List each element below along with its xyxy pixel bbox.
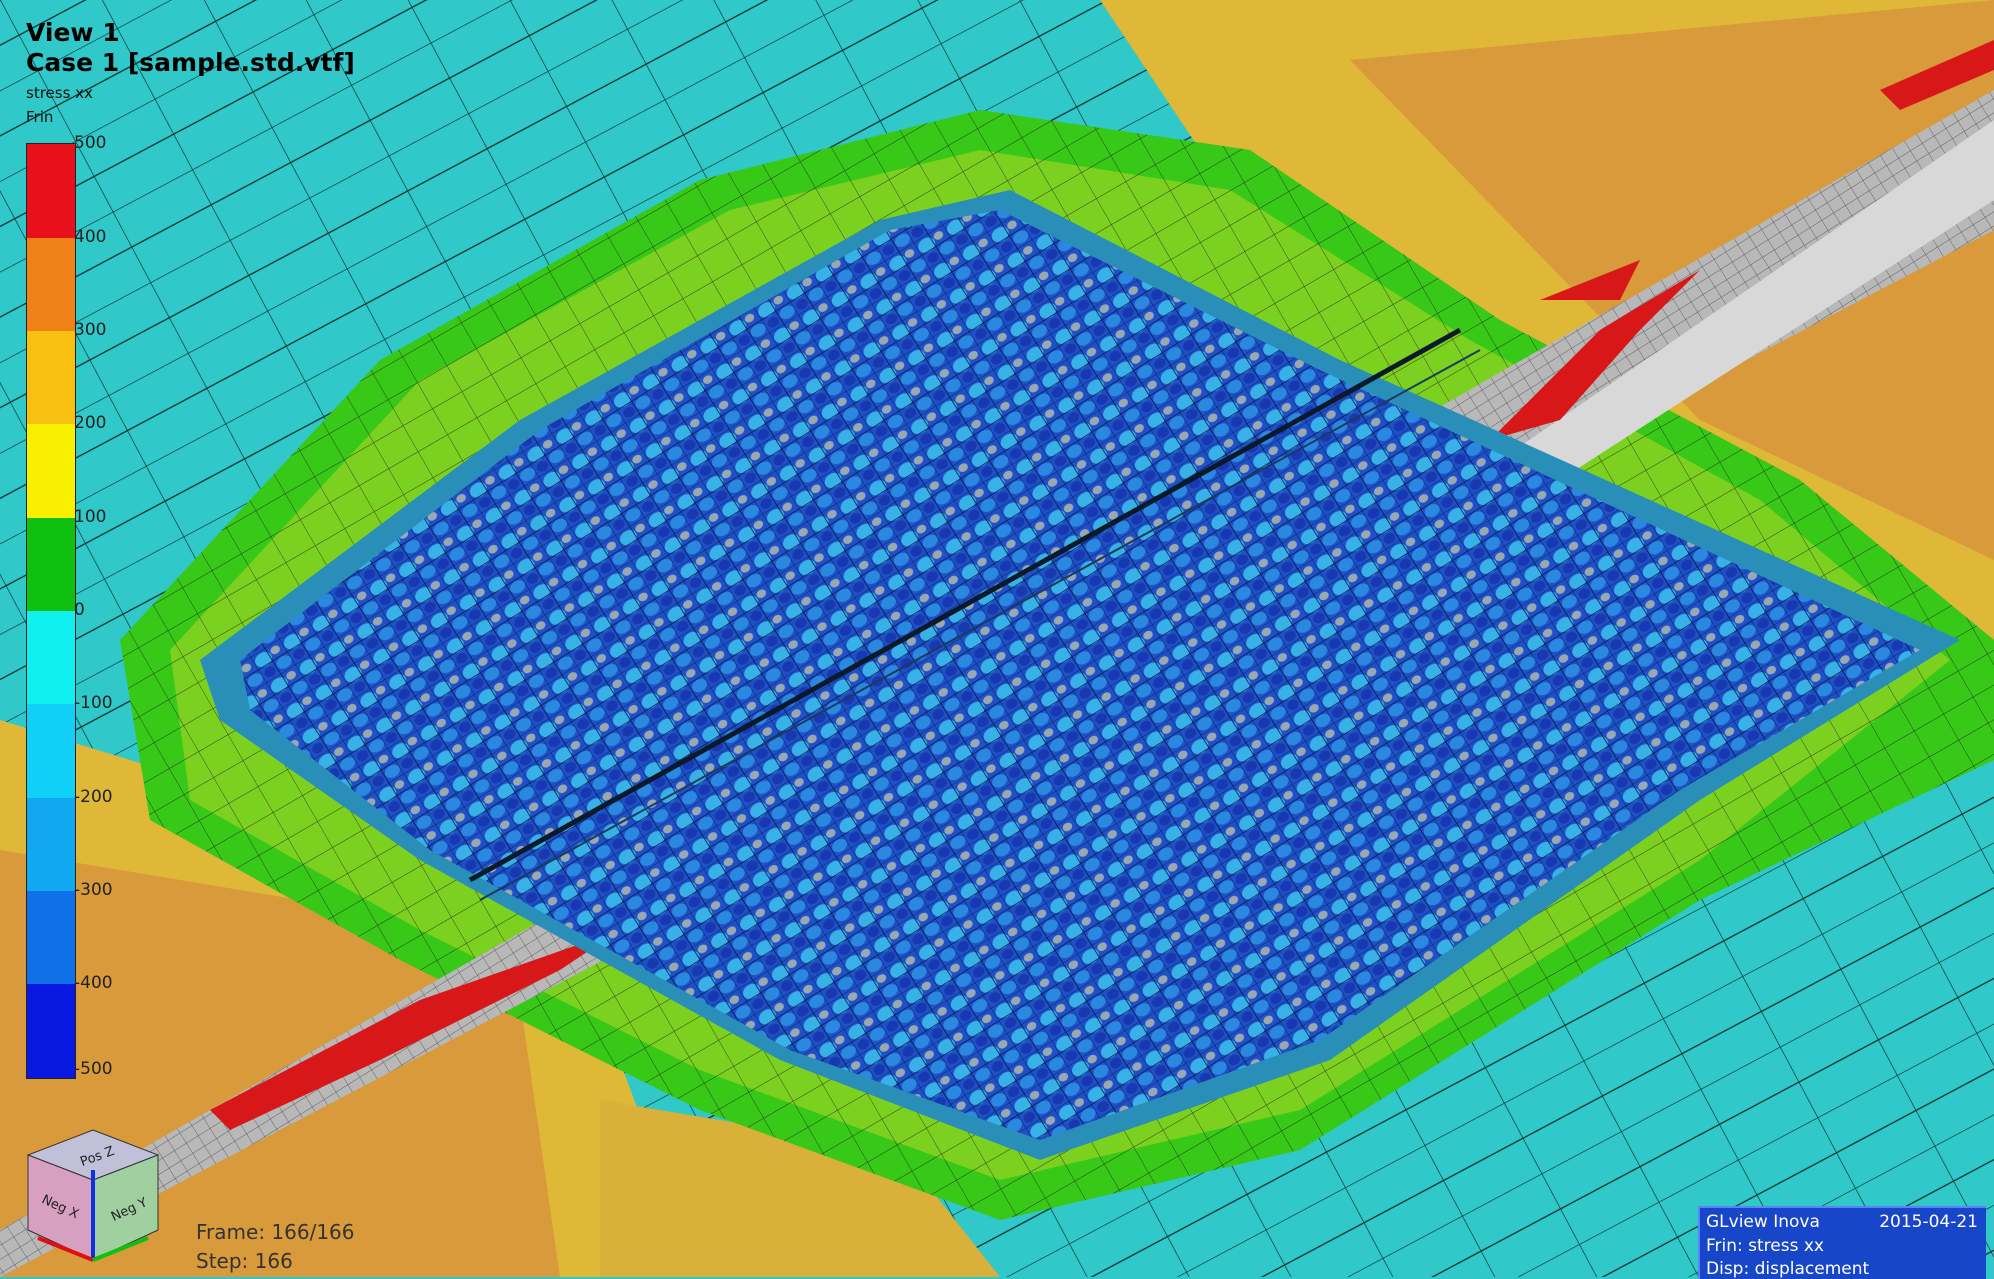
- legend-tick: 0: [74, 600, 85, 620]
- legend-band: [27, 424, 75, 518]
- frame-text: Frame: 166/166: [196, 1220, 355, 1244]
- orientation-cube[interactable]: Pos Z Neg X Neg Y: [18, 1120, 168, 1270]
- color-legend-bar: [26, 143, 76, 1079]
- legend-tick: -300: [74, 880, 113, 900]
- legend-band: [27, 704, 75, 798]
- legend-tick: 400: [74, 227, 107, 247]
- legend-band: [27, 238, 75, 331]
- legend-band: [27, 144, 75, 238]
- legend-band: [27, 518, 75, 611]
- legend-tick: 500: [74, 133, 107, 153]
- result-kind: Frin: [26, 108, 54, 126]
- legend-ticks: 500 400 300 200 100 0 -100 -200 -300 -40…: [74, 133, 154, 1079]
- legend-tick: -500: [74, 1059, 113, 1079]
- legend-band: [27, 891, 75, 984]
- step-text: Step: 166: [196, 1249, 293, 1273]
- 3d-viewport[interactable]: [0, 0, 1994, 1277]
- app-date: 2015-04-21: [1879, 1212, 1978, 1232]
- app-name: GLview Inova: [1706, 1212, 1820, 1232]
- animation-frame-box: Frame: 166/166 Step: 166: [196, 1218, 355, 1276]
- legend-tick: -400: [74, 973, 113, 993]
- legend-band: [27, 984, 75, 1078]
- legend-tick: 200: [74, 413, 107, 433]
- case-title: Case 1 [sample.std.vtf]: [26, 48, 355, 77]
- result-name: stress xx: [26, 84, 93, 102]
- frin-result-line: Frin: stress xx: [1706, 1236, 1824, 1256]
- legend-band: [27, 611, 75, 704]
- legend-tick: -200: [74, 787, 113, 807]
- legend-band: [27, 331, 75, 424]
- view-title: View 1: [26, 18, 120, 47]
- legend-tick: 100: [74, 507, 107, 527]
- legend-tick: 300: [74, 320, 107, 340]
- disp-result-line: Disp: displacement: [1706, 1259, 1870, 1279]
- legend-band: [27, 798, 75, 891]
- legend-tick: -100: [74, 693, 113, 713]
- info-panel: GLview Inova 2015-04-21 Frin: stress xx …: [1698, 1206, 1986, 1279]
- mesh-scene[interactable]: [0, 0, 1994, 1277]
